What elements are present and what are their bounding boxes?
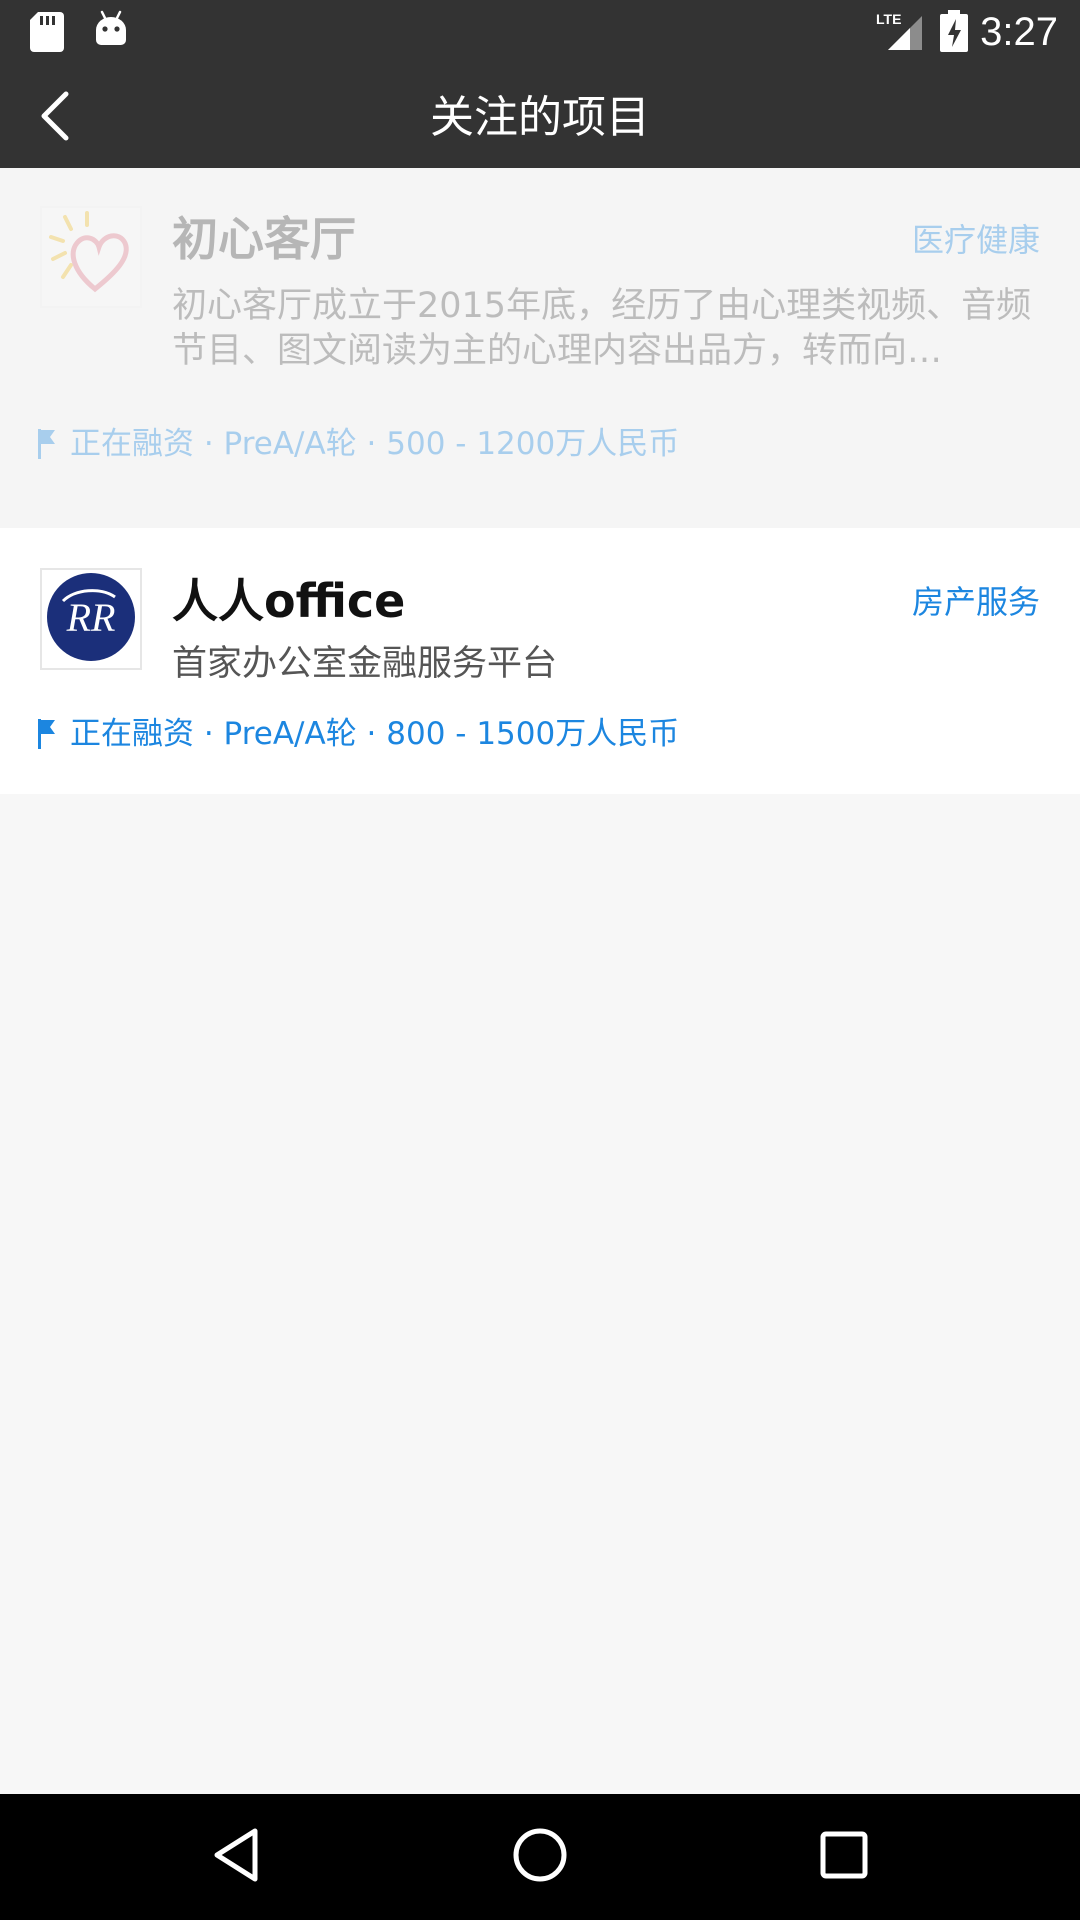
status-bar: LTE 3:27 <box>0 0 1080 68</box>
lte-signal-icon: LTE <box>874 10 924 56</box>
android-icon <box>94 10 128 52</box>
sd-card-icon <box>30 12 64 56</box>
nav-back-button[interactable] <box>196 1817 276 1897</box>
svg-text:LTE: LTE <box>876 11 901 27</box>
flag-icon <box>38 719 56 749</box>
heart-logo-icon <box>43 208 139 306</box>
circle-home-icon <box>512 1827 568 1887</box>
page-title: 关注的项目 <box>430 92 650 143</box>
project-card[interactable]: 初心客厅 医疗健康 初心客厅成立于2015年底，经历了由心理类视频、音频节目、图… <box>0 168 1080 528</box>
project-description: 首家办公室金融服务平台 <box>172 644 558 684</box>
navigation-bar <box>0 1794 1080 1920</box>
rr-logo-icon: RR <box>45 571 137 667</box>
funding-text: 正在融资 · PreA/A轮 · 500 - 1200万人民币 <box>70 426 680 462</box>
project-logo <box>40 206 142 308</box>
project-name: 人人office <box>172 574 406 628</box>
nav-recents-button[interactable] <box>804 1817 884 1897</box>
project-logo: RR <box>40 568 142 670</box>
funding-info: 正在融资 · PreA/A轮 · 500 - 1200万人民币 <box>38 424 679 464</box>
triangle-back-icon <box>211 1827 261 1887</box>
flag-icon <box>38 429 56 459</box>
project-description: 初心客厅成立于2015年底，经历了由心理类视频、音频节目、图文阅读为主的心理内容… <box>172 286 1032 371</box>
svg-text:RR: RR <box>66 595 116 640</box>
nav-home-button[interactable] <box>500 1817 580 1897</box>
status-time: 3:27 <box>980 10 1058 54</box>
project-category: 房产服务 <box>911 583 1040 621</box>
project-category: 医疗健康 <box>911 221 1040 259</box>
project-card[interactable]: RR 人人office 房产服务 首家办公室金融服务平台 正在融资 · PreA… <box>0 528 1080 794</box>
battery-charging-icon <box>940 10 968 56</box>
square-recents-icon <box>819 1830 869 1884</box>
app-bar: 关注的项目 <box>0 68 1080 168</box>
funding-info: 正在融资 · PreA/A轮 · 800 - 1500万人民币 <box>38 714 679 754</box>
funding-text: 正在融资 · PreA/A轮 · 800 - 1500万人民币 <box>70 716 680 752</box>
project-name: 初心客厅 <box>172 212 356 266</box>
screen: LTE 3:27 关注的项目 初心客厅 医疗健康 初心客厅成立于2015年底，经… <box>0 0 1080 1920</box>
